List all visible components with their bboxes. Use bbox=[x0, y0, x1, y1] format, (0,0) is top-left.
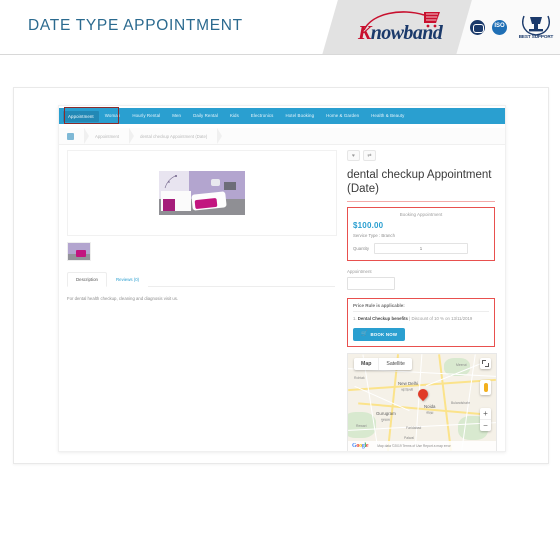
map-label-meerut: Meerut bbox=[456, 363, 467, 368]
logo-wordmark: nowband bbox=[370, 22, 443, 44]
zoom-out-button[interactable]: − bbox=[480, 420, 491, 431]
map-zoom-controls[interactable]: + − bbox=[480, 408, 491, 432]
map-label-rohtak: Rohtak bbox=[354, 376, 365, 381]
book-now-button[interactable]: 🛒 BOOK NOW bbox=[353, 328, 406, 342]
product-description-text: For dental health checkup, cleaning and … bbox=[67, 296, 179, 301]
nav-item-hourly-rental[interactable]: Hourly Rental bbox=[126, 108, 166, 124]
street-view-icon[interactable] bbox=[480, 380, 491, 396]
product-image-box[interactable] bbox=[67, 150, 337, 236]
product-left-column: Description Reviews (0) For dental healt… bbox=[67, 150, 337, 302]
map-label-gurugram: Gurugram bbox=[376, 411, 396, 417]
price-rule-heading: Price Rule is applicable: bbox=[353, 303, 405, 309]
nav-item-electronics[interactable]: Electronics bbox=[245, 108, 280, 124]
quantity-input[interactable]: 1 bbox=[374, 243, 469, 255]
map-type-toggle[interactable]: Map Satellite bbox=[354, 358, 412, 371]
breadcrumb-item-appointment[interactable]: Appointment bbox=[95, 134, 119, 139]
screenshot-frame: Appointment Woman Hourly Rental Men Dail… bbox=[13, 87, 549, 464]
map-label-new-delhi-hindi: नई दिल्ली bbox=[401, 388, 413, 393]
product-thumbnail-row[interactable] bbox=[67, 242, 337, 261]
price-rule-name: Dental Checkup benefits bbox=[357, 316, 408, 322]
location-map[interactable]: Sonipat Rohtak Meerut New Delhi नई दिल्ल… bbox=[347, 353, 497, 451]
breadcrumb-item-current: dental checkup Appointment (Date) bbox=[140, 133, 208, 139]
product-price: $100.00 bbox=[353, 221, 384, 231]
service-type-label: Service Type : Branch bbox=[353, 233, 395, 239]
product-main-image bbox=[159, 171, 245, 215]
nav-item-men[interactable]: Men bbox=[166, 108, 187, 124]
price-rule-divider bbox=[353, 311, 489, 313]
logo-text: Knowband bbox=[358, 22, 443, 45]
booking-appointment-box: Booking Appointment $100.00 Service Type… bbox=[347, 207, 495, 262]
product-right-column: ♥ ⇄ dental checkup Appointment (Date) Bo… bbox=[347, 150, 497, 451]
quantity-row: Quantity 1 bbox=[353, 243, 489, 255]
breadcrumb-separator bbox=[129, 128, 135, 144]
nav-item-kids[interactable]: Kids bbox=[224, 108, 245, 124]
tab-description[interactable]: Description bbox=[67, 272, 107, 287]
logo-letter-k: K bbox=[358, 22, 371, 44]
map-attribution: Map data ©2019 Terms of Use Report a map… bbox=[377, 444, 451, 449]
tab-reviews[interactable]: Reviews (0) bbox=[106, 272, 149, 287]
product-tabs[interactable]: Description Reviews (0) bbox=[67, 272, 335, 287]
main-navigation[interactable]: Appointment Woman Hourly Rental Men Dail… bbox=[59, 108, 505, 124]
nav-item-daily-rental[interactable]: Daily Rental bbox=[187, 108, 224, 124]
trust-badges: ISO BEST SUPPORT bbox=[470, 12, 556, 44]
map-footer: Google Map data ©2019 Terms of Use Repor… bbox=[348, 441, 496, 451]
quantity-label: Quantity bbox=[353, 246, 370, 252]
price-rule-box: Price Rule is applicable: 1. Dental Chec… bbox=[347, 298, 495, 348]
page-banner: DATE TYPE APPOINTMENT Knowband ISO BEST … bbox=[0, 0, 560, 55]
heart-icon[interactable]: ♥ bbox=[347, 150, 360, 161]
product-action-icons[interactable]: ♥ ⇄ bbox=[347, 150, 497, 161]
breadcrumb: Appointment dental checkup Appointment (… bbox=[59, 128, 505, 145]
nav-item-hotel-booking[interactable]: Hotel Booking bbox=[279, 108, 320, 124]
price-rule-item: 1. Dental Checkup benefits | Discount of… bbox=[353, 316, 489, 322]
product-thumbnail[interactable] bbox=[67, 242, 91, 261]
knowband-logo: Knowband bbox=[352, 6, 460, 50]
page-title: dental checkup Appointment (Date) bbox=[347, 169, 492, 196]
compare-icon[interactable]: ⇄ bbox=[363, 150, 376, 161]
book-now-label: BOOK NOW bbox=[370, 332, 398, 338]
map-label-rewari: Rewari bbox=[356, 424, 367, 429]
booking-heading: Booking Appointment bbox=[399, 212, 443, 218]
breadcrumb-separator bbox=[217, 128, 223, 144]
map-label-palwal: Palwal bbox=[404, 436, 414, 441]
map-toggle-satellite[interactable]: Satellite bbox=[378, 358, 411, 371]
google-logo: Google bbox=[352, 443, 369, 450]
map-label-noida-hindi: नोएडा bbox=[426, 411, 434, 416]
appointment-date-input[interactable] bbox=[347, 277, 395, 291]
nav-item-health-beauty[interactable]: Health & Beauty bbox=[365, 108, 410, 124]
zoom-in-button[interactable]: + bbox=[480, 408, 491, 419]
best-support-badge-label: BEST SUPPORT bbox=[518, 34, 554, 39]
breadcrumb-separator bbox=[84, 128, 89, 144]
map-label-bulandshahr: Bulandshahr bbox=[451, 401, 471, 406]
storefront-page: Appointment Woman Hourly Rental Men Dail… bbox=[58, 105, 506, 452]
price-rule-detail: Discount of 10 % on 13/11/2019 bbox=[411, 316, 473, 322]
screenshot-root: DATE TYPE APPOINTMENT Knowband ISO BEST … bbox=[0, 0, 560, 560]
banner-title: DATE TYPE APPOINTMENT bbox=[28, 17, 243, 34]
price-rule-index: 1. bbox=[353, 316, 357, 322]
cart-icon: 🛒 bbox=[361, 331, 368, 338]
map-toggle-map[interactable]: Map bbox=[354, 358, 378, 370]
iso-badge-label: ISO bbox=[494, 23, 505, 29]
title-underline bbox=[347, 201, 495, 203]
banner-divider bbox=[0, 54, 560, 55]
nav-appointment-annotation-box bbox=[64, 107, 119, 124]
appointment-field: Appointment bbox=[347, 269, 497, 291]
home-icon[interactable] bbox=[67, 132, 74, 140]
map-label-gurugram-hindi: गुरुग्राम bbox=[381, 418, 390, 423]
map-label-noida: Noida bbox=[424, 404, 436, 410]
map-label-new-delhi: New Delhi bbox=[398, 381, 419, 387]
nav-item-home-garden[interactable]: Home & Garden bbox=[320, 108, 365, 124]
map-label-faridabad: Faridabad bbox=[406, 426, 422, 431]
secure-badge-icon bbox=[470, 20, 485, 35]
appointment-label: Appointment bbox=[347, 269, 372, 275]
fullscreen-icon[interactable] bbox=[480, 358, 491, 370]
